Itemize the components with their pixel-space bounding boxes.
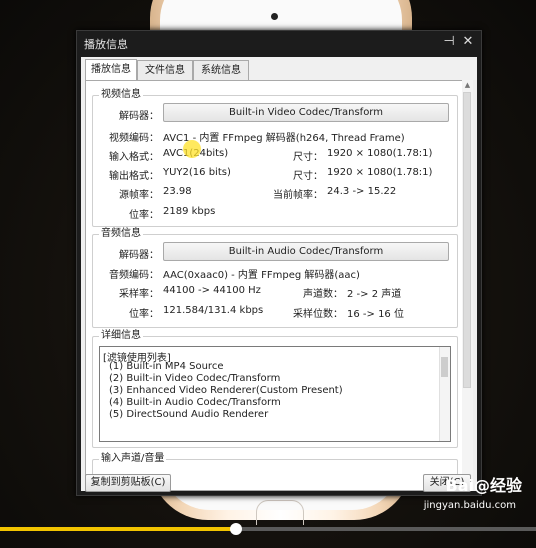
mouse-cursor-highlight bbox=[183, 140, 201, 158]
sample-rate-value: 44100 -> 44100 Hz bbox=[163, 285, 261, 296]
dialog-title: 播放信息 bbox=[84, 38, 128, 51]
details-group-label: 详细信息 bbox=[99, 330, 143, 342]
output-format-label: 输出格式： bbox=[109, 171, 159, 182]
output-size-value: 1920 × 1080(1.78:1) bbox=[327, 167, 433, 178]
current-fps-value: 24.3 -> 15.22 bbox=[327, 186, 397, 197]
filter-list[interactable]: [滤镜使用列表] (1) Built-in MP4 Source (2) Bui… bbox=[99, 346, 451, 442]
video-codec-label: 视频编码： bbox=[109, 133, 159, 144]
audio-codec-value: AAC(0xaac0) - 内置 FFmpeg 解码器(aac) bbox=[163, 270, 360, 281]
audio-decoder-label: 解码器： bbox=[119, 250, 159, 261]
audio-decoder-button[interactable]: Built-in Audio Codec/Transform bbox=[163, 242, 449, 261]
list-item: (3) Enhanced Video Renderer(Custom Prese… bbox=[109, 385, 343, 396]
dialog-client: 播放信息 文件信息 系统信息 视频信息 解码器： Built-in Video … bbox=[81, 57, 477, 491]
page-scrollbar[interactable]: ▲ ▼ bbox=[462, 80, 473, 489]
sample-bits-label: 采样位数： bbox=[293, 309, 343, 320]
audio-codec-label: 音频编码： bbox=[109, 270, 159, 281]
scroll-up-icon[interactable]: ▲ bbox=[462, 80, 473, 91]
list-scrollbar[interactable] bbox=[439, 347, 450, 441]
source-fps-label: 源帧率： bbox=[119, 190, 159, 201]
sample-bits-value: 16 -> 16 位 bbox=[347, 309, 404, 320]
output-format-value: YUY2(16 bits) bbox=[163, 167, 231, 178]
audio-bitrate-value: 121.584/131.4 kbps bbox=[163, 305, 264, 316]
progress-fill bbox=[0, 527, 236, 531]
input-size-label: 尺寸： bbox=[293, 152, 323, 163]
source-fps-value: 23.98 bbox=[163, 186, 192, 197]
current-fps-label: 当前帧率： bbox=[273, 190, 323, 201]
phone-home-button bbox=[256, 500, 304, 525]
close-icon[interactable]: ✕ bbox=[460, 34, 476, 50]
input-channels-label: 输入声道/音量 bbox=[99, 453, 167, 465]
channels-label: 声道数： bbox=[303, 289, 343, 300]
input-size-value: 1920 × 1080(1.78:1) bbox=[327, 148, 433, 159]
audio-bitrate-label: 位率： bbox=[129, 309, 159, 320]
video-group-label: 视频信息 bbox=[99, 89, 143, 101]
audio-info-group: 音频信息 解码器： Built-in Audio Codec/Transform… bbox=[92, 228, 458, 328]
page-scroll-thumb[interactable] bbox=[463, 92, 471, 388]
list-item: (4) Built-in Audio Codec/Transform bbox=[109, 397, 281, 408]
tab-playback-info[interactable]: 播放信息 bbox=[85, 59, 137, 81]
list-item: (1) Built-in MP4 Source bbox=[109, 361, 224, 372]
tab-page: 视频信息 解码器： Built-in Video Codec/Transform… bbox=[85, 80, 463, 491]
output-size-label: 尺寸： bbox=[293, 171, 323, 182]
video-info-group: 视频信息 解码器： Built-in Video Codec/Transform… bbox=[92, 89, 458, 227]
video-decoder-label: 解码器： bbox=[119, 111, 159, 122]
video-bitrate-label: 位率： bbox=[129, 210, 159, 221]
playback-info-dialog: 播放信息 ⊣ ✕ 播放信息 文件信息 系统信息 视频信息 解码器： Built-… bbox=[76, 30, 482, 496]
list-scroll-thumb[interactable] bbox=[441, 357, 448, 377]
copy-to-clipboard-button[interactable]: 复制到剪贴板(C) bbox=[85, 474, 171, 492]
input-format-label: 输入格式： bbox=[109, 152, 159, 163]
pin-icon[interactable]: ⊣ bbox=[441, 34, 457, 50]
list-item: (2) Built-in Video Codec/Transform bbox=[109, 373, 281, 384]
details-group: 详细信息 [滤镜使用列表] (1) Built-in MP4 Source (2… bbox=[92, 330, 458, 448]
video-bitrate-value: 2189 kbps bbox=[163, 206, 216, 217]
watermark-brand: Bai@经验 bbox=[445, 476, 522, 495]
tab-file-info[interactable]: 文件信息 bbox=[137, 60, 193, 80]
list-item: (5) DirectSound Audio Renderer bbox=[109, 409, 269, 420]
video-decoder-button[interactable]: Built-in Video Codec/Transform bbox=[163, 103, 449, 122]
video-codec-value: AVC1 - 内置 FFmpeg 解码器(h264, Thread Frame) bbox=[163, 133, 405, 144]
sample-rate-label: 采样率： bbox=[119, 289, 159, 300]
tab-system-info[interactable]: 系统信息 bbox=[193, 60, 249, 80]
audio-group-label: 音频信息 bbox=[99, 228, 143, 240]
progress-knob[interactable] bbox=[230, 523, 242, 535]
phone-camera bbox=[271, 13, 278, 20]
channels-value: 2 -> 2 声道 bbox=[347, 289, 402, 300]
dialog-titlebar[interactable]: 播放信息 ⊣ ✕ bbox=[77, 31, 481, 55]
watermark-url: jingyan.baidu.com bbox=[423, 500, 516, 511]
